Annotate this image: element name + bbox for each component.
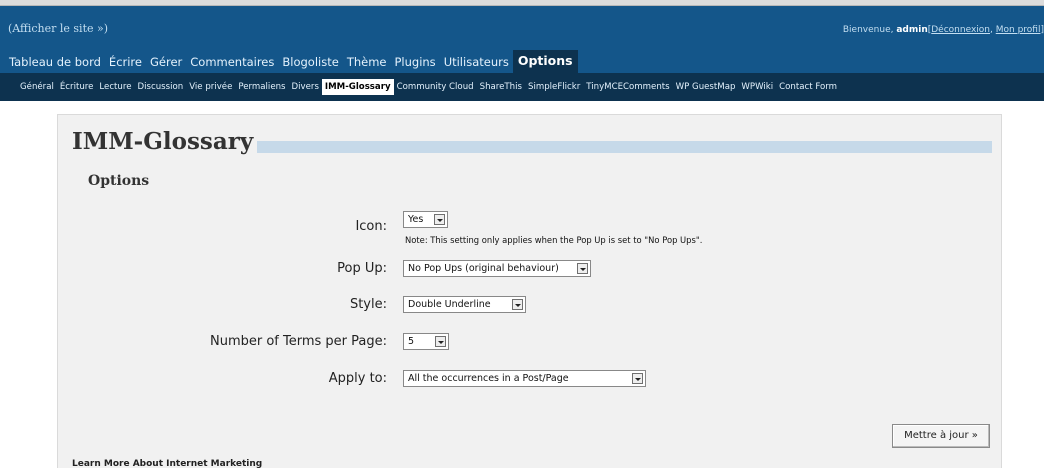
menu-item-plugins[interactable]: Plugins bbox=[390, 51, 439, 73]
icon-label: Icon: bbox=[355, 219, 387, 234]
submenu-item-misc[interactable]: Divers bbox=[289, 79, 322, 95]
menu-item-options[interactable]: Options bbox=[512, 50, 578, 73]
chevron-down-icon bbox=[512, 299, 523, 310]
view-site-link[interactable]: (Afficher le site ») bbox=[8, 22, 108, 35]
terms-per-page-label: Number of Terms per Page: bbox=[209, 334, 387, 349]
menu-item-dashboard[interactable]: Tableau de bord bbox=[5, 51, 105, 73]
submenu-item-simpleflickr[interactable]: SimpleFlickr bbox=[525, 79, 583, 95]
menu-item-manage[interactable]: Gérer bbox=[146, 51, 186, 73]
icon-note: Note: This setting only applies when the… bbox=[405, 235, 703, 245]
logout-link[interactable]: Déconnexion bbox=[931, 25, 990, 35]
icon-select-value: Yes bbox=[408, 214, 424, 225]
style-label: Style: bbox=[349, 297, 387, 312]
page-title: IMM-Glossary bbox=[72, 128, 258, 155]
user-info: Bienvenue, admin[Déconnexion, Mon profil… bbox=[843, 25, 1044, 35]
options-heading: Options bbox=[88, 173, 150, 189]
submenu-item-wpwiki[interactable]: WPWiki bbox=[738, 79, 776, 95]
submenu-item-general[interactable]: Général bbox=[17, 79, 57, 95]
submenu-item-contact-form[interactable]: Contact Form bbox=[776, 79, 840, 95]
user-info-bracket-close: ] bbox=[1040, 25, 1044, 35]
submenu-item-privacy[interactable]: Vie privée bbox=[186, 79, 235, 95]
profile-link[interactable]: Mon profil bbox=[996, 25, 1041, 35]
menu-item-comments[interactable]: Commentaires bbox=[186, 51, 278, 73]
terms-per-page-value: 5 bbox=[408, 336, 415, 347]
user-info-separator: , bbox=[990, 25, 993, 35]
submenu-item-tinymcecomments[interactable]: TinyMCEComments bbox=[583, 79, 672, 95]
style-select[interactable]: Double Underline bbox=[403, 296, 526, 313]
style-select-value: Double Underline bbox=[408, 299, 491, 310]
submenu-item-permalinks[interactable]: Permaliens bbox=[235, 79, 288, 95]
chevron-down-icon bbox=[434, 214, 445, 225]
popup-label: Pop Up: bbox=[337, 261, 387, 276]
apply-to-select[interactable]: All the occurrences in a Post/Page bbox=[403, 370, 646, 387]
username: admin bbox=[896, 25, 928, 35]
apply-to-select-value: All the occurrences in a Post/Page bbox=[408, 373, 569, 384]
popup-select-value: No Pop Ups (original behaviour) bbox=[408, 263, 559, 274]
menu-item-users[interactable]: Utilisateurs bbox=[440, 51, 513, 73]
submenu-item-community-cloud[interactable]: Community Cloud bbox=[394, 79, 477, 95]
sub-menu: Général Écriture Lecture Discussion Vie … bbox=[0, 73, 1044, 101]
submenu-item-wp-guestmap[interactable]: WP GuestMap bbox=[673, 79, 739, 95]
submenu-item-imm-glossary[interactable]: IMM-Glossary bbox=[321, 79, 394, 95]
chevron-down-icon bbox=[435, 336, 446, 347]
admin-header: (Afficher le site ») Bienvenue, admin[Dé… bbox=[0, 6, 1044, 49]
main-menu: Tableau de bord Écrire Gérer Commentaire… bbox=[0, 49, 1044, 73]
submenu-item-reading[interactable]: Lecture bbox=[96, 79, 134, 95]
apply-to-label: Apply to: bbox=[328, 371, 387, 386]
terms-per-page-select[interactable]: 5 bbox=[403, 333, 449, 350]
menu-item-write[interactable]: Écrire bbox=[105, 51, 146, 73]
submenu-item-discussion[interactable]: Discussion bbox=[135, 79, 187, 95]
chevron-down-icon bbox=[577, 263, 588, 274]
submenu-item-writing[interactable]: Écriture bbox=[57, 79, 97, 95]
welcome-text: Bienvenue, bbox=[842, 25, 894, 35]
menu-item-blogroll[interactable]: Blogoliste bbox=[278, 51, 342, 73]
popup-select[interactable]: No Pop Ups (original behaviour) bbox=[403, 260, 591, 277]
update-button[interactable]: Mettre à jour » bbox=[892, 424, 990, 448]
icon-select[interactable]: Yes bbox=[403, 211, 448, 228]
menu-item-theme[interactable]: Thème bbox=[343, 51, 391, 73]
settings-panel: IMM-Glossary Options Icon: Yes Note: Thi… bbox=[57, 114, 1002, 468]
submenu-item-sharethis[interactable]: ShareThis bbox=[477, 79, 525, 95]
learn-more-heading: Learn More About Internet Marketing bbox=[72, 459, 263, 468]
chevron-down-icon bbox=[632, 373, 643, 384]
